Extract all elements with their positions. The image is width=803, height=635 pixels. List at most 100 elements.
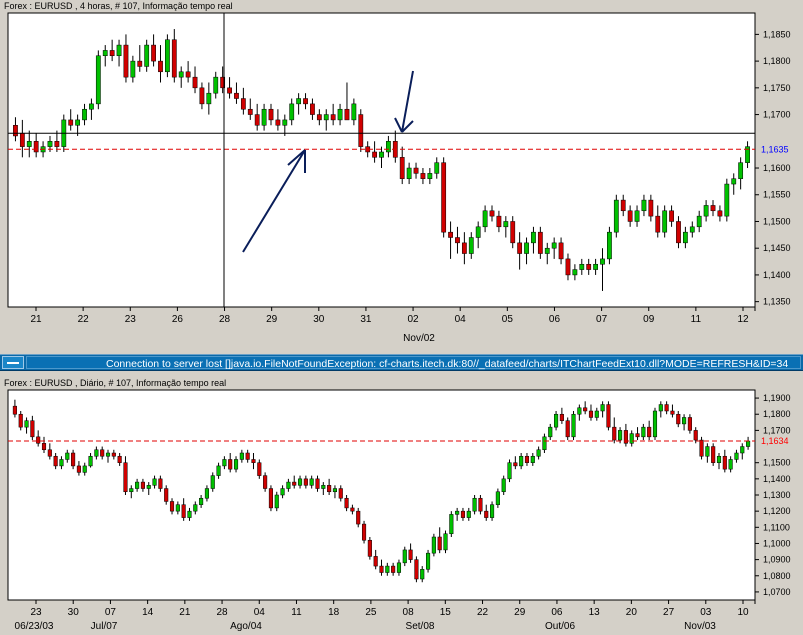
x-tick-label: 07	[105, 607, 117, 618]
candle-body	[472, 497, 477, 512]
status-toggle-button[interactable]	[2, 356, 24, 369]
candle-body	[414, 559, 419, 580]
candle-body	[350, 507, 355, 512]
candle-body	[337, 108, 343, 121]
bottom-chart[interactable]: 1,1900 1,1800 1,1700 1,1500 1,1400 1,1300 1,12…	[0, 370, 803, 635]
candle-body	[583, 407, 588, 412]
candle-body	[75, 119, 81, 126]
candle-body	[292, 481, 297, 486]
candle-body	[102, 50, 108, 57]
candle-body	[327, 485, 332, 493]
candle-body	[449, 514, 454, 535]
status-bar: Connection to server lost []java.io.File…	[0, 354, 803, 371]
candle-body	[379, 565, 384, 573]
candle-body	[123, 44, 129, 78]
x-tick-label: 30	[68, 607, 80, 618]
candle-body	[59, 459, 64, 467]
candle-body	[612, 426, 617, 441]
candle-body	[696, 215, 702, 228]
x-tick-label: 13	[589, 607, 601, 618]
candle-body	[635, 433, 640, 438]
candle-body	[344, 497, 349, 509]
month-label: Nov/02	[403, 333, 435, 344]
y-tick-label: 1,1800	[763, 56, 791, 66]
candle-body	[280, 488, 285, 496]
candle-body	[158, 478, 163, 489]
y-tick-label: 1,0800	[763, 571, 791, 581]
candle-body	[634, 210, 640, 222]
x-tick-label: 12	[737, 314, 749, 325]
candle-body	[468, 237, 474, 254]
candle-body	[372, 151, 377, 158]
candle-body	[571, 413, 576, 438]
candle-body	[239, 452, 244, 460]
candle-body	[503, 221, 509, 228]
y-tick-label: 1,1850	[763, 29, 791, 39]
candle-body	[12, 405, 17, 415]
candle-body	[544, 247, 550, 254]
candle-body	[408, 549, 413, 560]
candle-body	[705, 446, 710, 457]
candle-body	[257, 462, 262, 476]
candle-body	[658, 404, 663, 412]
x-tick-label: 26	[172, 314, 184, 325]
candle-body	[76, 465, 81, 473]
candle-body	[181, 504, 186, 518]
candle-body	[670, 410, 675, 415]
candle-body	[687, 417, 692, 431]
candle-body	[441, 162, 447, 233]
x-tick-label: 05	[502, 314, 514, 325]
candle-body	[461, 242, 467, 254]
candle-body	[204, 488, 209, 499]
candle-body	[33, 141, 39, 153]
candle-body	[627, 210, 633, 222]
candle-body	[391, 565, 396, 573]
candle-body	[652, 410, 658, 438]
x-tick-label: 29	[266, 314, 278, 325]
candle-body	[682, 417, 687, 425]
candle-body	[548, 426, 553, 438]
candle-body	[358, 114, 364, 147]
candle-body	[117, 455, 122, 463]
candle-body	[490, 504, 495, 518]
top-chart[interactable]: 1,1850 1,1800 1,1750 1,1700 1,1600 1,1550 1,15…	[0, 0, 803, 350]
candle-body	[47, 141, 53, 147]
x-tick-label: 04	[455, 314, 467, 325]
candle-body	[165, 39, 170, 73]
candle-body	[175, 504, 180, 512]
candle-body	[513, 462, 518, 467]
x-tick-label: 29	[514, 607, 526, 618]
candle-body	[379, 151, 384, 158]
y-tick-label: 1,1550	[763, 190, 791, 200]
candle-body	[710, 205, 716, 212]
y-tick-label: 1,1500	[763, 216, 791, 226]
candle-body	[71, 452, 76, 467]
candle-body	[524, 242, 529, 254]
candle-body	[144, 44, 150, 67]
candle-body	[178, 71, 184, 78]
candle-body	[296, 98, 302, 105]
candle-body	[137, 60, 143, 67]
candle-body	[151, 44, 156, 62]
candle-body	[664, 404, 669, 412]
candle-body	[140, 481, 145, 489]
candle-body	[386, 141, 391, 153]
candle-body	[240, 98, 246, 110]
x-tick-label: 04	[254, 607, 266, 618]
candle-body	[484, 510, 489, 518]
candle-body	[475, 226, 481, 238]
candle-body	[268, 108, 274, 121]
candle-body	[206, 92, 212, 105]
candle-body	[629, 433, 634, 444]
candle-body	[593, 263, 598, 270]
y-tick-label: 1,1400	[763, 270, 791, 280]
y-tick-label: 1,1500	[763, 458, 791, 468]
x-tick-label: 11	[691, 314, 702, 325]
candle-body	[185, 71, 191, 78]
candle-body	[53, 455, 58, 467]
x-tick-label: 15	[440, 607, 452, 618]
x-tick-label: 02	[408, 314, 420, 325]
candle-body	[303, 98, 308, 105]
candle-body	[338, 488, 343, 499]
month-label: Out/06	[545, 621, 575, 632]
